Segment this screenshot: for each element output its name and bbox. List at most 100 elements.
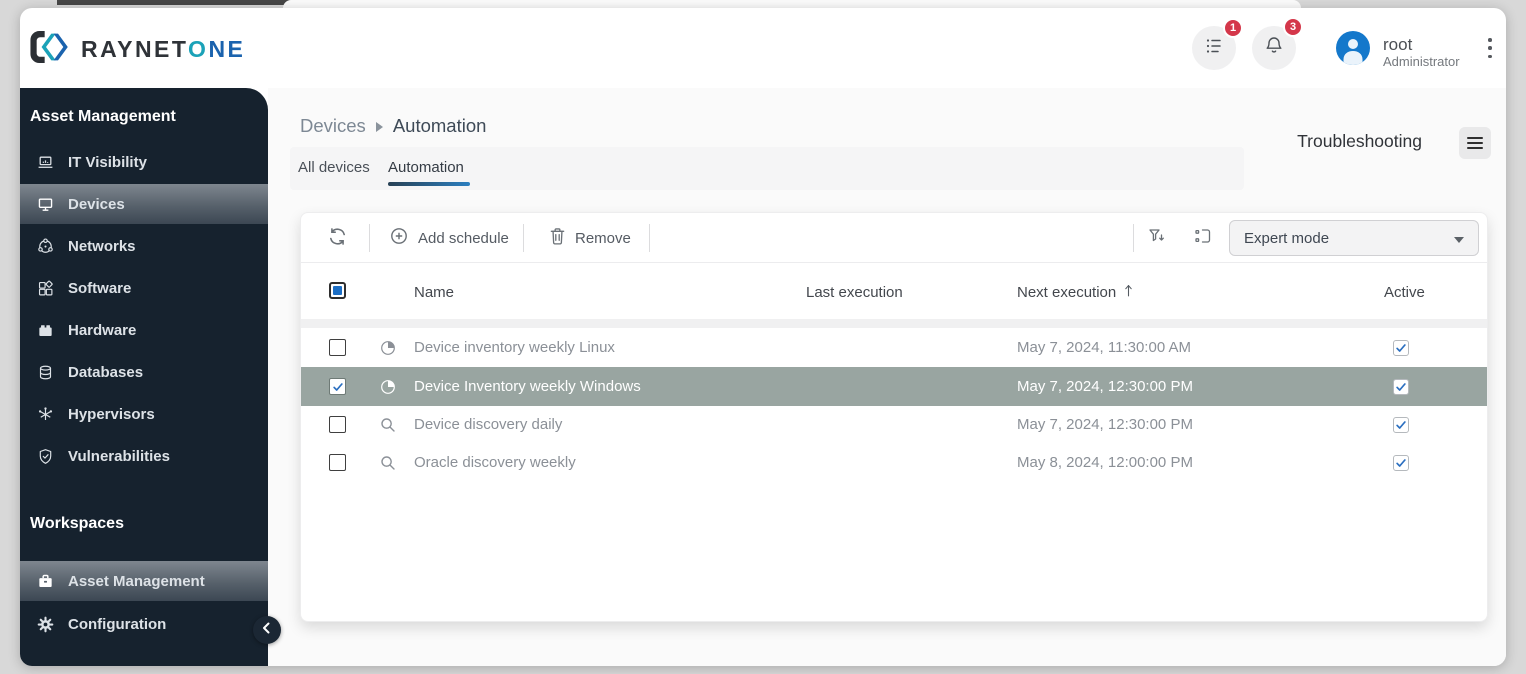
sidebar-item-label: Devices — [68, 196, 125, 213]
sidebar-item-label: Hardware — [68, 322, 136, 339]
search-icon — [379, 405, 397, 444]
row-checkbox[interactable] — [329, 454, 346, 471]
column-header-active[interactable]: Active — [1384, 284, 1425, 301]
sidebar-section-asset-management: Asset Management — [30, 108, 176, 126]
add-schedule-label: Add schedule — [418, 230, 509, 247]
software-icon — [36, 279, 54, 297]
toolbar-divider — [523, 224, 524, 252]
person-icon — [1336, 31, 1370, 65]
tab-automation[interactable]: Automation — [388, 159, 464, 176]
sidebar-item-label: Hypervisors — [68, 406, 155, 423]
select-all-checkbox[interactable] — [329, 282, 346, 299]
breadcrumb-current: Automation — [393, 115, 487, 137]
mode-select[interactable]: Expert mode — [1229, 220, 1479, 256]
check-icon — [1395, 381, 1407, 393]
check-icon — [332, 381, 344, 393]
task-list-icon — [1204, 36, 1224, 61]
hypervisor-icon — [36, 405, 54, 423]
table-row-selected[interactable]: Device Inventory weekly Windows May 7, 2… — [301, 367, 1487, 406]
sidebar-item-label: Asset Management — [68, 573, 205, 590]
sidebar-item-label: IT Visibility — [68, 154, 147, 171]
plus-circle-icon — [389, 226, 409, 250]
database-icon — [36, 363, 54, 381]
trash-icon — [549, 227, 566, 250]
choose-columns-button[interactable] — [1193, 213, 1213, 263]
table-row[interactable]: Oracle discovery weekly May 8, 2024, 12:… — [301, 443, 1487, 482]
main-content: Devices Automation All devices Automatio… — [268, 88, 1506, 666]
pie-chart-icon — [379, 367, 397, 406]
active-checkbox[interactable] — [1393, 417, 1409, 433]
active-checkbox[interactable] — [1393, 379, 1409, 395]
sidebar-item-hardware[interactable]: Hardware — [20, 310, 268, 350]
sidebar-item-vulnerabilities[interactable]: Vulnerabilities — [20, 436, 268, 476]
schedule-name: Device discovery daily — [414, 405, 562, 444]
troubleshooting-label[interactable]: Troubleshooting — [1296, 131, 1422, 152]
schedule-name: Device Inventory weekly Windows — [414, 367, 641, 406]
filter-button[interactable] — [1146, 213, 1166, 263]
columns-icon — [1193, 226, 1213, 250]
sidebar-item-label: Databases — [68, 364, 143, 381]
active-checkbox[interactable] — [1393, 340, 1409, 356]
application-window: RAYNETONE 1 — [0, 0, 1526, 674]
schedule-name: Device inventory weekly Linux — [414, 328, 615, 367]
top-header: RAYNETONE 1 — [20, 8, 1506, 88]
indeterminate-mark — [333, 286, 342, 295]
sidebar-item-label: Networks — [68, 238, 136, 255]
shield-icon — [36, 447, 54, 465]
mode-select-value: Expert mode — [1244, 230, 1329, 247]
network-icon — [36, 237, 54, 255]
active-checkbox[interactable] — [1393, 455, 1409, 471]
user-avatar[interactable] — [1336, 31, 1370, 65]
sidebar-item-label: Software — [68, 280, 131, 297]
sidebar-item-it-visibility[interactable]: IT Visibility — [20, 142, 268, 182]
sidebar-item-databases[interactable]: Databases — [20, 352, 268, 392]
check-icon — [1395, 419, 1407, 431]
row-checkbox[interactable] — [329, 339, 346, 356]
notification-count-badge: 3 — [1283, 17, 1303, 37]
kebab-menu-button[interactable] — [1484, 38, 1496, 58]
refresh-icon — [327, 226, 348, 251]
remove-label: Remove — [575, 230, 631, 247]
briefcase-icon — [36, 572, 54, 590]
tab-all-devices[interactable]: All devices — [298, 159, 370, 176]
breadcrumb: Devices Automation — [300, 115, 486, 137]
column-header-name[interactable]: Name — [414, 284, 454, 301]
sidebar-item-devices[interactable]: Devices — [20, 184, 268, 224]
hamburger-menu-button[interactable] — [1459, 127, 1491, 159]
next-execution-value: May 7, 2024, 11:30:00 AM — [1017, 328, 1191, 367]
remove-button[interactable]: Remove — [549, 213, 631, 263]
table-row[interactable]: Device discovery daily May 7, 2024, 12:3… — [301, 405, 1487, 444]
row-checkbox-checked[interactable] — [329, 378, 346, 395]
active-tab-underline — [388, 182, 470, 186]
sidebar-collapse-button[interactable] — [253, 616, 281, 644]
logo-wordmark: RAYNETONE — [81, 36, 245, 63]
sidebar-item-networks[interactable]: Networks — [20, 226, 268, 266]
app-card: RAYNETONE 1 — [20, 8, 1506, 666]
sidebar-item-label: Vulnerabilities — [68, 448, 170, 465]
table-row[interactable]: Device inventory weekly Linux May 7, 202… — [301, 328, 1487, 367]
user-info[interactable]: root Administrator — [1383, 35, 1460, 69]
sidebar-item-hypervisors[interactable]: Hypervisors — [20, 394, 268, 434]
table-toolbar: Add schedule Remove — [301, 213, 1487, 263]
next-execution-value: May 8, 2024, 12:00:00 PM — [1017, 443, 1193, 482]
breadcrumb-parent[interactable]: Devices — [300, 115, 366, 137]
hardware-icon — [36, 321, 54, 339]
pie-chart-icon — [379, 328, 397, 367]
sidebar-item-asset-management-workspace[interactable]: Asset Management — [20, 561, 268, 601]
logo-mark-icon — [30, 31, 70, 68]
add-schedule-button[interactable]: Add schedule — [389, 213, 509, 263]
column-header-last-execution[interactable]: Last execution — [806, 284, 903, 301]
laptop-icon — [36, 153, 54, 171]
toolbar-divider — [649, 224, 650, 252]
user-role: Administrator — [1383, 55, 1460, 70]
sidebar-item-software[interactable]: Software — [20, 268, 268, 308]
toolbar-divider — [369, 224, 370, 252]
row-checkbox[interactable] — [329, 416, 346, 433]
check-icon — [1395, 342, 1407, 354]
column-header-next-execution[interactable]: Next execution — [1017, 284, 1133, 301]
toolbar-divider — [1133, 224, 1134, 252]
refresh-button[interactable] — [327, 213, 348, 263]
next-execution-value: May 7, 2024, 12:30:00 PM — [1017, 405, 1193, 444]
gear-icon — [36, 615, 54, 633]
sidebar-item-configuration[interactable]: Configuration — [20, 604, 268, 644]
